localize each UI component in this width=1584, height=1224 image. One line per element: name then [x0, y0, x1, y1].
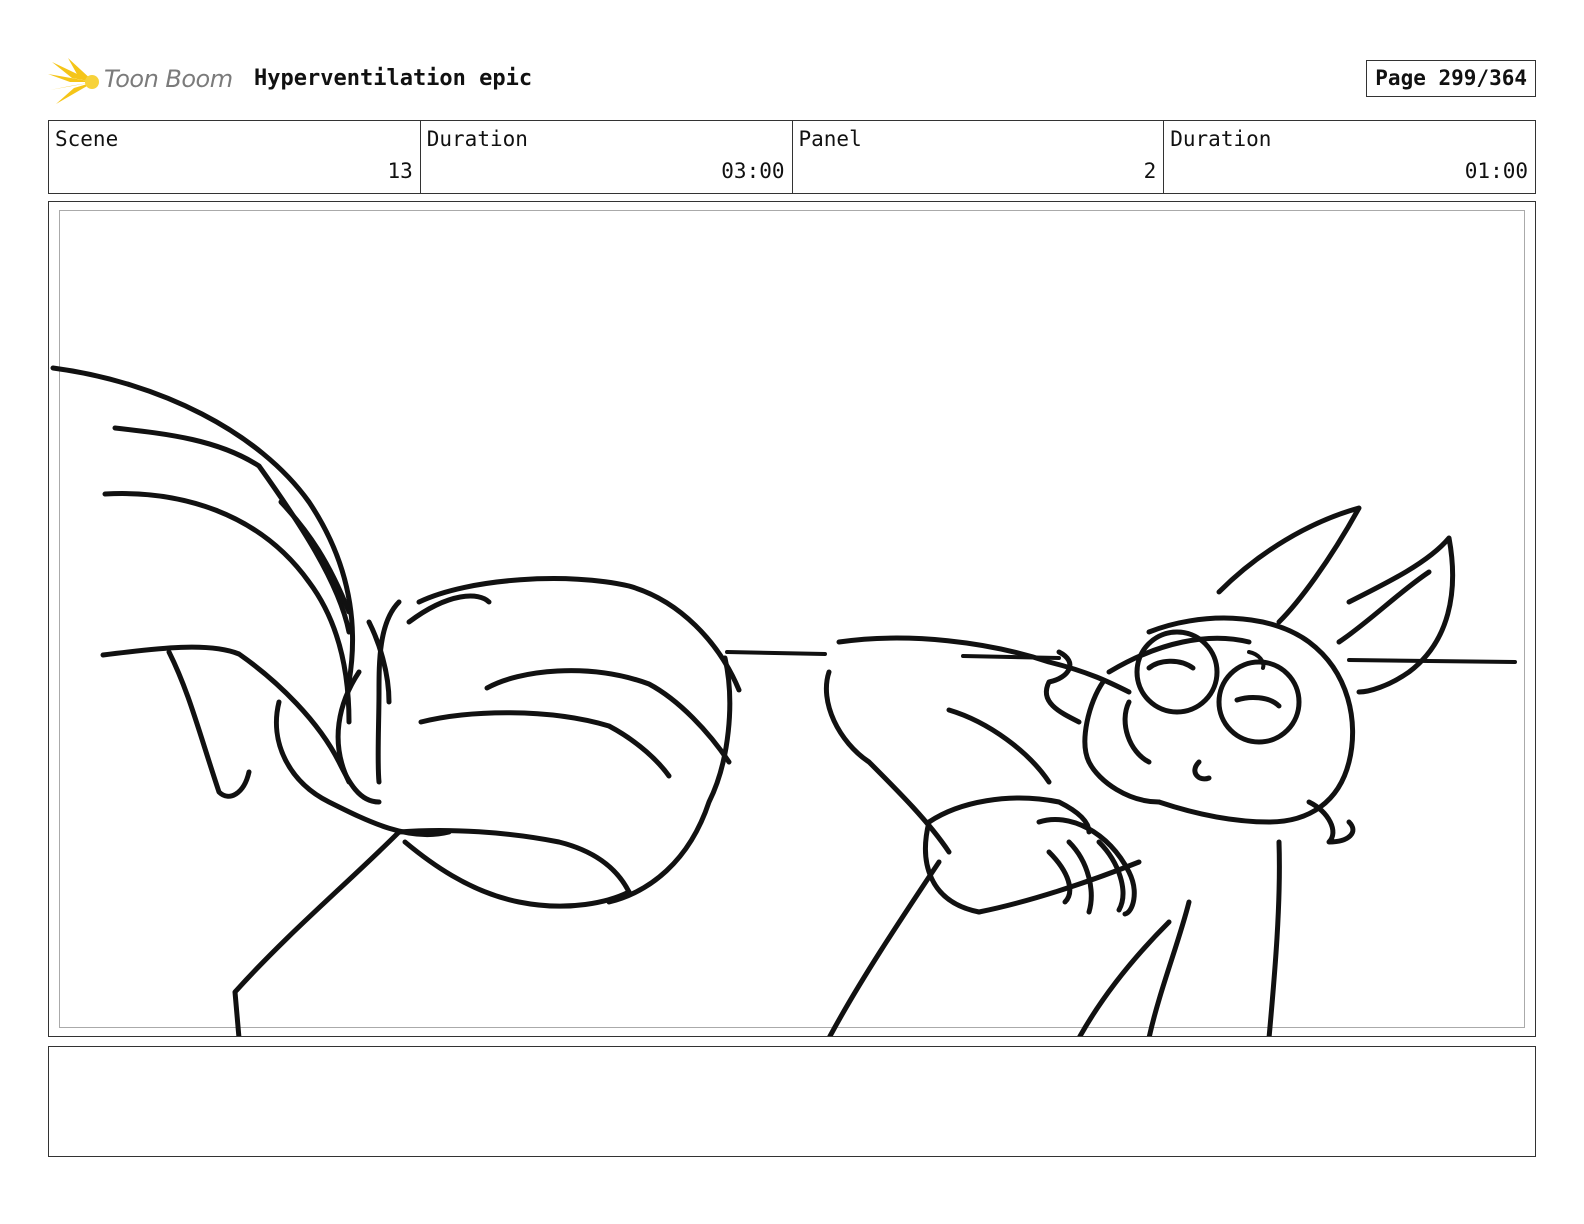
scene-cell: Scene 13 [49, 121, 421, 193]
scene-info-table: Scene 13 Duration 03:00 Panel 2 Duration… [48, 120, 1536, 194]
scene-duration-cell: Duration 03:00 [421, 121, 793, 193]
panel-duration-cell: Duration 01:00 [1164, 121, 1535, 193]
panel-value: 2 [1143, 159, 1157, 183]
scene-label: Scene [55, 127, 119, 151]
panel-cell: Panel 2 [793, 121, 1165, 193]
logo-text: Toon Boom [104, 65, 233, 93]
toon-boom-logo: Toon Boom [48, 56, 240, 108]
panel-notes-box[interactable] [48, 1046, 1536, 1157]
panel-label: Panel [798, 127, 862, 151]
scene-duration-label: Duration [426, 127, 528, 151]
sketch-drawing [50, 365, 1517, 1036]
page-indicator: Page 299/364 [1366, 60, 1536, 97]
scene-duration-value: 03:00 [721, 159, 785, 183]
logo-star-icon [48, 58, 99, 104]
page-header: Toon Boom Hyperventilation epic Page 299… [48, 56, 1536, 108]
panel-duration-value: 01:00 [1464, 159, 1528, 183]
document-title: Hyperventilation epic [254, 66, 533, 91]
scene-value: 13 [387, 159, 413, 183]
storyboard-panel [48, 201, 1536, 1037]
panel-duration-label: Duration [1170, 127, 1272, 151]
